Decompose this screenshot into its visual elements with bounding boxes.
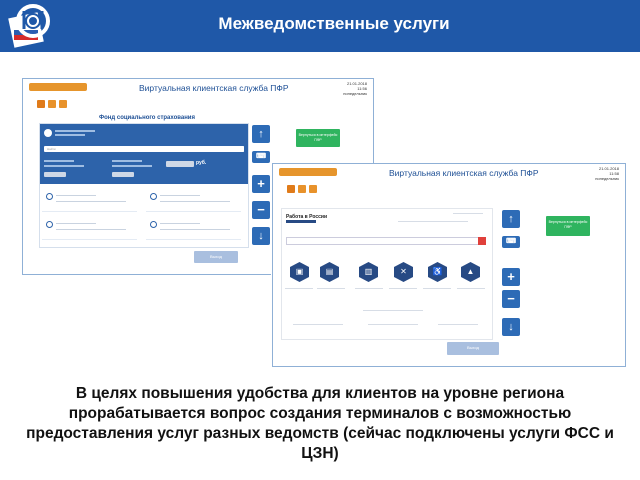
fss-text-line bbox=[112, 160, 142, 162]
breadcrumb-item[interactable] bbox=[48, 100, 56, 108]
fss-portal-panel: Найти руб. bbox=[39, 123, 249, 248]
return-pfr-button[interactable]: Вернуться в интерфейс ПФР bbox=[546, 216, 590, 236]
hex-label bbox=[389, 288, 417, 289]
fss-card-line bbox=[160, 223, 200, 224]
fss-heading-line bbox=[55, 134, 85, 136]
search-icon[interactable] bbox=[238, 146, 244, 152]
breadcrumb-item[interactable] bbox=[309, 185, 317, 193]
scroll-up-icon[interactable]: ↑ bbox=[502, 210, 520, 228]
keyboard-icon[interactable]: ⌨ bbox=[502, 236, 520, 248]
breadcrumb-item[interactable] bbox=[59, 100, 67, 108]
fss-logo-icon bbox=[44, 129, 52, 137]
scroll-up-icon[interactable]: ↑ bbox=[252, 125, 270, 143]
section-heading bbox=[363, 310, 423, 311]
breadcrumb-item[interactable] bbox=[298, 185, 306, 193]
fss-card[interactable] bbox=[146, 216, 241, 240]
hex-label bbox=[355, 288, 383, 289]
fss-card[interactable] bbox=[146, 188, 241, 212]
fss-card-line bbox=[160, 195, 200, 196]
search-icon[interactable] bbox=[478, 237, 486, 245]
fss-text-line bbox=[112, 165, 152, 167]
hex-label bbox=[457, 288, 485, 289]
fss-card-line bbox=[56, 195, 96, 196]
scroll-down-icon[interactable]: ↓ bbox=[502, 318, 520, 336]
vacancy-search-input[interactable] bbox=[286, 237, 486, 245]
service-icon bbox=[46, 221, 53, 228]
keyboard-icon[interactable]: ⌨ bbox=[252, 151, 270, 163]
service-icon bbox=[150, 193, 157, 200]
fss-header-block: Найти руб. bbox=[40, 124, 248, 184]
hex-label bbox=[285, 288, 313, 289]
fss-search-input[interactable]: Найти bbox=[44, 146, 244, 152]
scroll-down-icon[interactable]: ↓ bbox=[252, 227, 270, 245]
fss-text-line bbox=[44, 160, 74, 162]
zoom-in-icon[interactable]: + bbox=[252, 175, 270, 193]
vks-title: Виртуальная клиентская служба ПФР bbox=[389, 168, 539, 178]
fss-card-line bbox=[160, 229, 230, 230]
fss-card-line bbox=[56, 201, 126, 202]
zoom-out-icon[interactable]: − bbox=[252, 201, 270, 219]
list-item[interactable] bbox=[293, 324, 343, 325]
fss-card-line bbox=[56, 223, 96, 224]
caption-text: В целях повышения удобства для клиентов … bbox=[26, 385, 614, 462]
fss-button[interactable] bbox=[112, 172, 134, 177]
return-pfr-button[interactable]: Вернуться в интерфейс ПФР bbox=[296, 129, 340, 147]
page-title: Межведомственные услуги bbox=[218, 14, 450, 33]
breadcrumb bbox=[287, 185, 317, 193]
hex-label bbox=[423, 288, 451, 289]
zoom-in-icon[interactable]: + bbox=[502, 268, 520, 286]
fss-service-title: Фонд социального страхования bbox=[98, 115, 196, 121]
service-icon bbox=[150, 221, 157, 228]
zoom-out-icon[interactable]: − bbox=[502, 290, 520, 308]
fss-heading-line bbox=[55, 130, 95, 132]
datetime: 21.01.2018 11:56 понедельник bbox=[343, 81, 367, 96]
fss-button[interactable] bbox=[44, 172, 66, 177]
exit-button[interactable]: Выход bbox=[447, 342, 499, 355]
pfr-small-logo bbox=[29, 83, 87, 91]
fss-card-line bbox=[160, 201, 230, 202]
hex-label bbox=[317, 288, 345, 289]
breadcrumb bbox=[37, 100, 67, 108]
site-subtitle bbox=[286, 220, 316, 223]
header-bar: Межведомственные услуги bbox=[0, 0, 640, 52]
exit-button[interactable]: Выход bbox=[194, 251, 238, 263]
top-links[interactable] bbox=[398, 221, 468, 222]
fss-card[interactable] bbox=[42, 216, 137, 240]
service-icon bbox=[46, 193, 53, 200]
breadcrumb-home[interactable] bbox=[287, 185, 295, 193]
login-link[interactable] bbox=[453, 213, 483, 214]
vks-title: Виртуальная клиентская служба ПФР bbox=[139, 83, 289, 93]
list-item[interactable] bbox=[438, 324, 478, 325]
fss-amount: руб. bbox=[196, 160, 207, 166]
screenshot-czn-terminal: Виртуальная клиентская служба ПФР 21.01.… bbox=[272, 163, 626, 367]
fss-card-line bbox=[56, 229, 126, 230]
datetime: 21.01.2018 11:58 понедельник bbox=[595, 166, 619, 181]
breadcrumb-home[interactable] bbox=[37, 100, 45, 108]
fss-amount-field bbox=[166, 161, 194, 167]
list-item[interactable] bbox=[368, 324, 418, 325]
pfr-small-logo bbox=[279, 168, 337, 176]
fss-text-line bbox=[44, 165, 84, 167]
fss-card[interactable] bbox=[42, 188, 137, 212]
